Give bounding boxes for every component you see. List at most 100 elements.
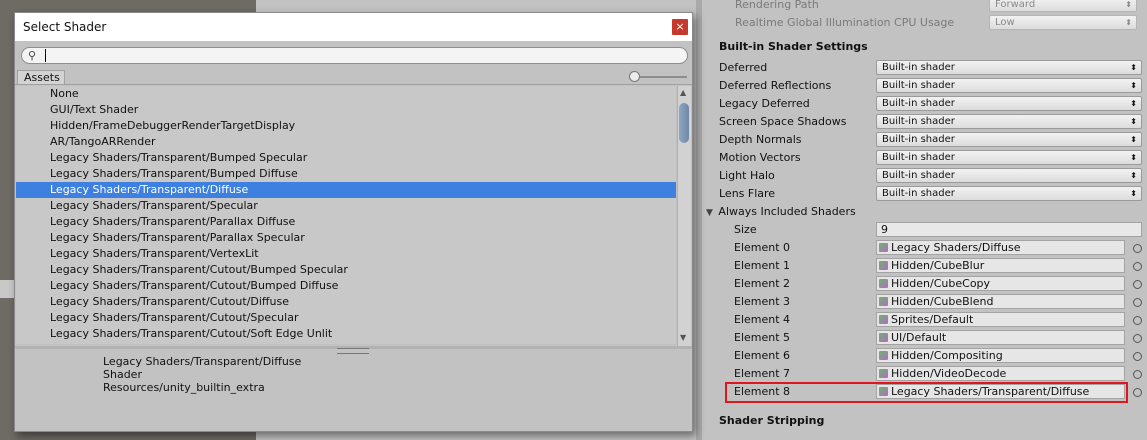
element-label: Element 3 — [734, 295, 791, 308]
dropdown-value: Built-in shader — [882, 98, 955, 109]
dropdown-arrow-icon: ⬍ — [1130, 99, 1137, 108]
object-picker-icon[interactable] — [1133, 352, 1142, 361]
list-scrollbar[interactable]: ▲ ▼ — [677, 86, 691, 346]
dropdown-value: Built-in shader — [882, 188, 955, 199]
inspector-panel: Rendering Path Forward ⬍ Realtime Global … — [696, 0, 1147, 440]
builtin-setting-dropdown[interactable]: Built-in shader ⬍ — [876, 132, 1142, 147]
close-icon: × — [675, 20, 685, 33]
list-item[interactable]: Legacy Shaders/Transparent/Bumped Specul… — [16, 150, 676, 166]
list-item[interactable]: GUI/Text Shader — [16, 102, 676, 118]
list-item[interactable]: Legacy Shaders/Transparent/Bumped Diffus… — [16, 166, 676, 182]
dialog-titlebar[interactable]: Select Shader × — [15, 13, 692, 41]
list-item[interactable]: Legacy Shaders/Transparent/Diffuse — [16, 182, 676, 198]
shader-icon — [879, 333, 888, 342]
select-shader-dialog: Select Shader × ⚲ Assets None GUI/Text Sh… — [14, 12, 693, 432]
scrollbar-thumb[interactable] — [679, 103, 689, 143]
shader-object-field[interactable]: Hidden/CubeBlur — [876, 258, 1125, 273]
list-item[interactable]: Legacy Shaders/Transparent/Specular — [16, 198, 676, 214]
dropdown-value: Built-in shader — [882, 62, 955, 73]
object-picker-icon[interactable] — [1133, 388, 1142, 397]
scroll-up-arrow-icon[interactable]: ▲ — [680, 88, 686, 97]
list-item[interactable]: Legacy Shaders/Transparent/VertexLit — [16, 246, 676, 262]
shader-object-field[interactable]: Hidden/CubeCopy — [876, 276, 1125, 291]
element-label: Element 2 — [734, 277, 791, 290]
element-label: Element 6 — [734, 349, 791, 362]
rendering-path-dropdown[interactable]: Forward ⬍ — [989, 0, 1137, 12]
dialog-title: Select Shader — [23, 20, 107, 34]
splitter-grip-icon[interactable] — [337, 348, 369, 354]
object-picker-icon[interactable] — [1133, 298, 1142, 307]
search-box[interactable]: ⚲ — [21, 47, 688, 64]
list-item[interactable]: Legacy Shaders/Transparent/Cutout/Diffus… — [16, 294, 676, 310]
list-item[interactable]: Legacy Shaders/Transparent/Cutout/Bumped… — [16, 262, 676, 278]
shader-object-field[interactable]: Sprites/Default — [876, 312, 1125, 327]
shader-object-value: Hidden/Compositing — [891, 349, 1003, 362]
builtin-setting-label: Deferred — [719, 61, 768, 74]
shader-object-field[interactable]: UI/Default — [876, 330, 1125, 345]
shader-icon — [879, 261, 888, 270]
shader-object-value: Sprites/Default — [891, 313, 974, 326]
shader-icon — [879, 369, 888, 378]
selected-shader-name: Legacy Shaders/Transparent/Diffuse — [103, 355, 302, 368]
object-picker-icon[interactable] — [1133, 244, 1142, 253]
zoom-slider-track[interactable] — [635, 76, 687, 78]
close-button[interactable]: × — [672, 19, 688, 35]
always-included-foldout[interactable]: ▼ Always Included Shaders — [706, 203, 856, 221]
shader-object-field[interactable]: Legacy Shaders/Diffuse — [876, 240, 1125, 255]
search-input[interactable] — [45, 49, 646, 62]
dropdown-arrow-icon: ⬍ — [1130, 63, 1137, 72]
scroll-down-arrow-icon[interactable]: ▼ — [680, 333, 686, 342]
shader-object-value: Hidden/CubeBlend — [891, 295, 994, 308]
list-item[interactable]: Legacy Shaders/Transparent/Cutout/Bumped… — [16, 278, 676, 294]
builtin-setting-label: Screen Space Shadows — [719, 115, 847, 128]
shader-icon — [879, 297, 888, 306]
builtin-setting-dropdown[interactable]: Built-in shader ⬍ — [876, 150, 1142, 165]
builtin-setting-dropdown[interactable]: Built-in shader ⬍ — [876, 60, 1142, 75]
object-picker-icon[interactable] — [1133, 370, 1142, 379]
list-item[interactable]: Legacy Shaders/Transparent/Parallax Spec… — [16, 230, 676, 246]
shader-object-field[interactable]: Hidden/Compositing — [876, 348, 1125, 363]
zoom-slider-handle[interactable] — [629, 71, 640, 82]
builtin-setting-dropdown[interactable]: Built-in shader ⬍ — [876, 96, 1142, 111]
element-label: Element 0 — [734, 241, 791, 254]
shader-object-field[interactable]: Hidden/CubeBlend — [876, 294, 1125, 309]
realtime-gi-label: Realtime Global Illumination CPU Usage — [735, 16, 955, 29]
always-included-title: Always Included Shaders — [718, 205, 856, 218]
highlight-box — [725, 382, 1128, 403]
builtin-setting-dropdown[interactable]: Built-in shader ⬍ — [876, 168, 1142, 183]
dropdown-arrow-icon: ⬍ — [1130, 135, 1137, 144]
search-icon: ⚲ — [28, 49, 37, 62]
element-label: Element 5 — [734, 331, 791, 344]
builtin-setting-dropdown[interactable]: Built-in shader ⬍ — [876, 114, 1142, 129]
shader-object-value: Hidden/CubeBlur — [891, 259, 985, 272]
shader-stripping-title: Shader Stripping — [719, 414, 825, 427]
realtime-gi-dropdown[interactable]: Low ⬍ — [989, 15, 1137, 30]
object-picker-icon[interactable] — [1133, 334, 1142, 343]
dropdown-value: Built-in shader — [882, 116, 955, 127]
list-item[interactable]: Legacy Shaders/Transparent/Cutout/Specul… — [16, 310, 676, 326]
dropdown-value: Built-in shader — [882, 134, 955, 145]
builtin-setting-label: Motion Vectors — [719, 151, 801, 164]
realtime-gi-value: Low — [995, 17, 1015, 28]
shader-object-value: Hidden/VideoDecode — [891, 367, 1007, 380]
tab-assets[interactable]: Assets — [17, 70, 65, 85]
list-item[interactable]: Legacy Shaders/Transparent/Parallax Diff… — [16, 214, 676, 230]
builtin-setting-dropdown[interactable]: Built-in shader ⬍ — [876, 186, 1142, 201]
object-picker-icon[interactable] — [1133, 280, 1142, 289]
list-item[interactable]: Legacy Shaders/Transparent/Cutout/Soft E… — [16, 326, 676, 342]
list-item[interactable]: Hidden/FrameDebuggerRenderTargetDisplay — [16, 118, 676, 134]
builtin-setting-dropdown[interactable]: Built-in shader ⬍ — [876, 78, 1142, 93]
shader-object-field[interactable]: Hidden/VideoDecode — [876, 366, 1125, 381]
list-item[interactable]: AR/TangoARRender — [16, 134, 676, 150]
size-field[interactable]: 9 — [876, 222, 1142, 237]
selection-info: Legacy Shaders/Transparent/Diffuse Shade… — [103, 355, 301, 394]
tab-divider — [15, 84, 692, 85]
object-picker-icon[interactable] — [1133, 262, 1142, 271]
list-item[interactable]: None — [16, 86, 676, 102]
builtin-setting-label: Depth Normals — [719, 133, 802, 146]
element-label: Element 4 — [734, 313, 791, 326]
dropdown-value: Built-in shader — [882, 170, 955, 181]
shader-object-value: Legacy Shaders/Diffuse — [891, 241, 1021, 254]
object-picker-icon[interactable] — [1133, 316, 1142, 325]
dropdown-arrow-icon: ⬍ — [1130, 81, 1137, 90]
